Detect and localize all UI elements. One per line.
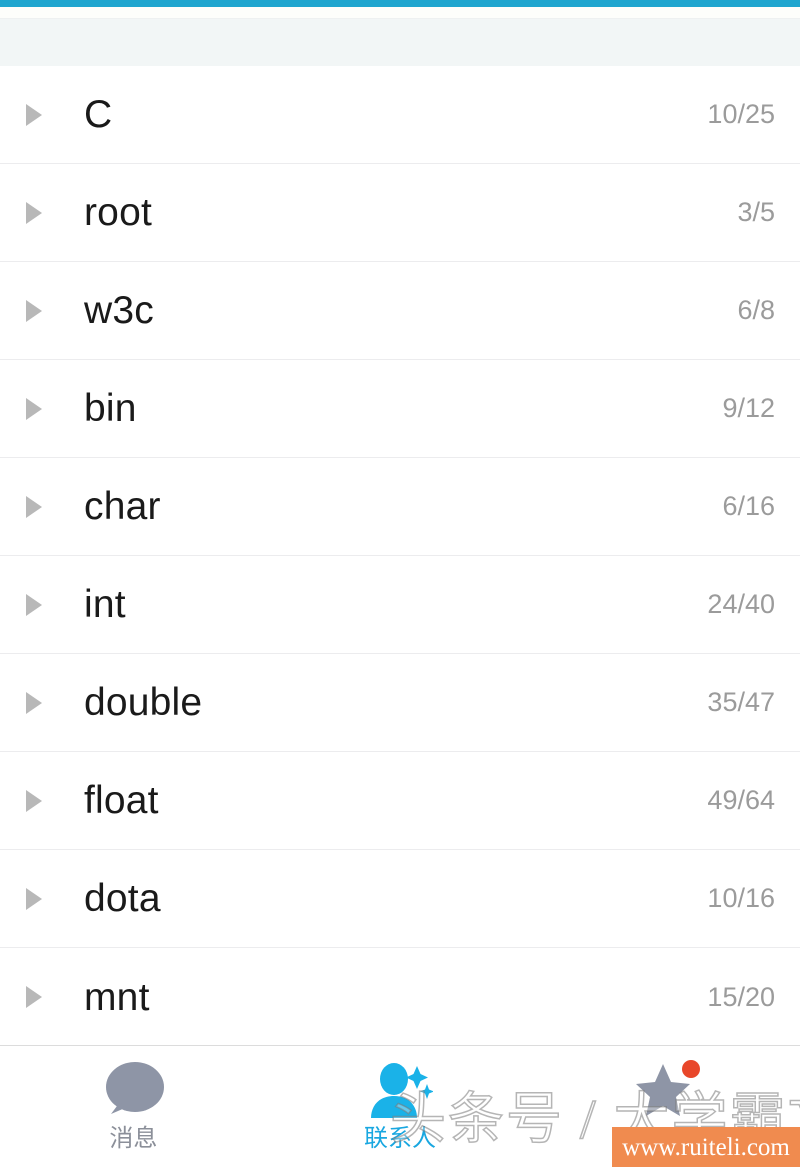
table-row[interactable]: double 35/47 [0, 654, 800, 752]
site-watermark-text: www.ruiteli.com [622, 1133, 790, 1161]
notification-badge [681, 1060, 700, 1078]
row-count: 6/16 [722, 491, 775, 521]
table-row[interactable]: dota 10/16 [0, 850, 800, 948]
person-add-icon [367, 1060, 434, 1122]
triangle-right-icon[interactable] [26, 299, 62, 322]
row-label: w3c [84, 289, 154, 332]
row-count: 24/40 [707, 589, 775, 619]
triangle-right-icon[interactable] [26, 201, 62, 224]
site-watermark-box: www.ruiteli.com [612, 1127, 800, 1167]
tab-contacts[interactable]: 联系人 [267, 1046, 534, 1167]
status-accent-strip [0, 0, 800, 7]
row-count: 10/16 [707, 883, 775, 913]
row-label: dota [84, 877, 161, 920]
triangle-right-icon[interactable] [26, 495, 62, 518]
triangle-right-icon[interactable] [26, 789, 62, 812]
triangle-right-icon[interactable] [26, 397, 62, 420]
header-toolbar [0, 18, 800, 66]
triangle-right-icon[interactable] [26, 691, 62, 714]
tab-label-contacts: 联系人 [364, 1125, 436, 1152]
star-icon [634, 1060, 700, 1122]
row-count: 10/25 [707, 99, 775, 129]
row-label: float [84, 779, 159, 822]
row-label: root [84, 191, 153, 234]
row-label: bin [84, 387, 137, 430]
app-screen: C 10/25 root 3/5 w3c 6/8 bin 9/12 char 6… [0, 0, 800, 1167]
row-label: int [84, 583, 126, 626]
row-label: double [84, 681, 203, 724]
tab-label-messages: 消息 [109, 1125, 158, 1152]
group-list[interactable]: C 10/25 root 3/5 w3c 6/8 bin 9/12 char 6… [0, 66, 800, 1045]
row-count: 6/8 [737, 295, 775, 325]
row-count: 9/12 [722, 393, 775, 423]
row-count: 3/5 [737, 197, 775, 227]
table-row[interactable]: bin 9/12 [0, 360, 800, 458]
triangle-right-icon[interactable] [26, 986, 62, 1008]
status-gap [0, 7, 800, 18]
table-row[interactable]: float 49/64 [0, 752, 800, 850]
triangle-right-icon[interactable] [26, 593, 62, 616]
row-count: 15/20 [707, 981, 775, 1012]
tab-messages[interactable]: 消息 [0, 1046, 267, 1167]
row-count: 35/47 [707, 687, 775, 717]
table-row[interactable]: mnt 15/20 [0, 948, 800, 1045]
table-row[interactable]: char 6/16 [0, 458, 800, 556]
table-row[interactable]: root 3/5 [0, 164, 800, 262]
table-row[interactable]: w3c 6/8 [0, 262, 800, 360]
triangle-right-icon[interactable] [26, 103, 62, 126]
table-row[interactable]: C 10/25 [0, 66, 800, 164]
chat-bubble-icon [100, 1060, 166, 1122]
row-count: 49/64 [707, 785, 775, 815]
table-row[interactable]: int 24/40 [0, 556, 800, 654]
triangle-right-icon[interactable] [26, 887, 62, 910]
row-label: mnt [84, 975, 150, 1019]
row-label: char [84, 485, 161, 528]
row-label: C [84, 93, 113, 136]
